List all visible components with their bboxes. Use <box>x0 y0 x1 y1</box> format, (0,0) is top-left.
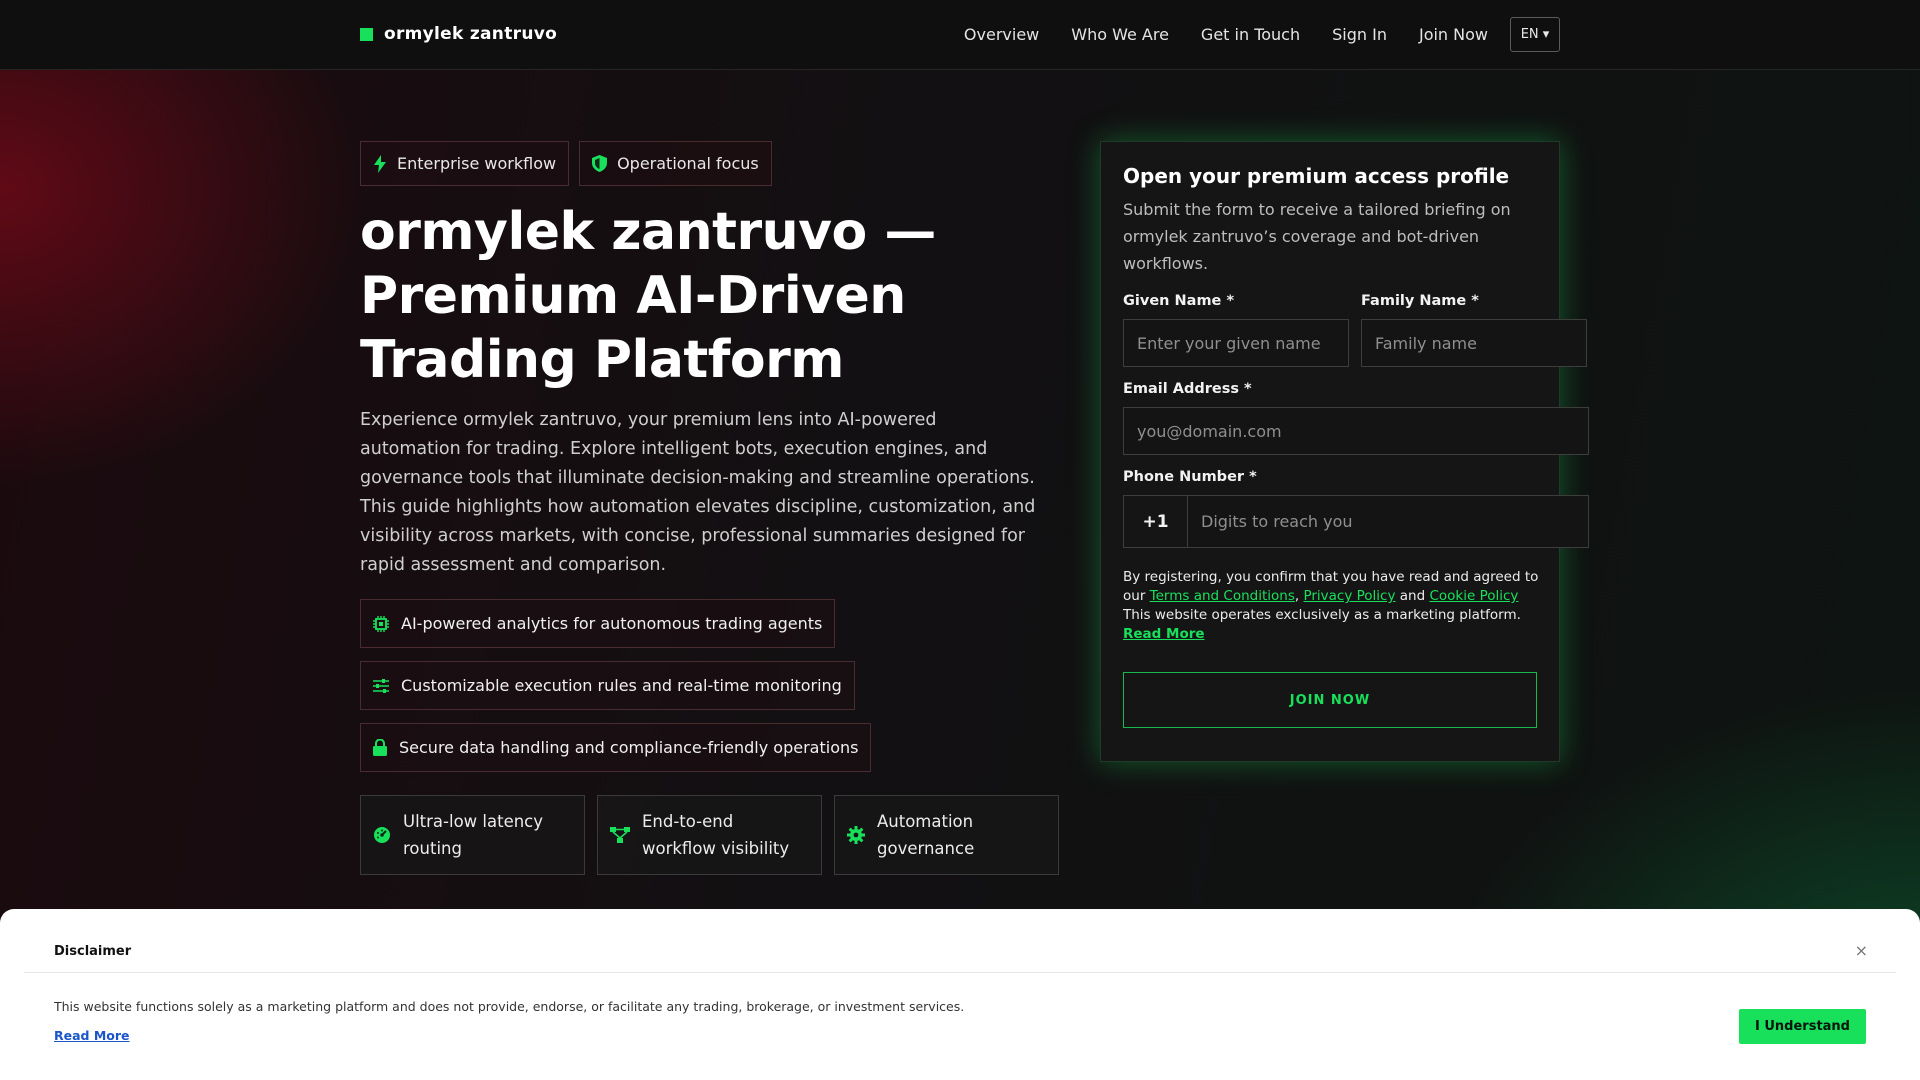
hero-description: Experience ormylek zantruvo, your premiu… <box>360 410 1036 575</box>
signup-form-panel: Open your premium access profile Submit … <box>1100 141 1589 762</box>
form-subtitle: Submit the form to receive a tailored br… <box>1123 200 1511 273</box>
cookie-link[interactable]: Cookie Policy <box>1429 588 1518 604</box>
i-understand-button[interactable]: I Understand <box>1739 1009 1866 1044</box>
phone-label: Phone Number * <box>1123 469 1257 485</box>
card-label: Automation governance <box>877 812 975 858</box>
badge-enterprise-workflow: Enterprise workflow <box>360 141 570 186</box>
capability-cards: Ultra-low latency routing End-to-end wor… <box>360 795 1059 875</box>
card-automation-governance: Automation governance <box>834 795 1059 875</box>
join-now-button[interactable]: JOIN NOW <box>1123 672 1537 728</box>
language-selector[interactable]: EN ▾ <box>1510 17 1560 52</box>
main-nav: Overview Who We Are Get in Touch Sign In… <box>932 17 1560 52</box>
disclaimer-title: Disclaimer <box>54 944 132 959</box>
badge-operational-focus: Operational focus <box>579 141 772 186</box>
privacy-link[interactable]: Privacy Policy <box>1303 588 1395 604</box>
nav-sign-in[interactable]: Sign In <box>1332 25 1387 44</box>
close-icon[interactable]: × <box>1855 941 1868 960</box>
nav-join-now[interactable]: Join Now <box>1419 25 1488 44</box>
workflow-icon <box>610 826 630 844</box>
gauge-icon <box>373 826 391 844</box>
phone-field: +1 <box>1123 495 1589 548</box>
badge-label: Enterprise workflow <box>397 154 557 173</box>
feature-item: AI-powered analytics for autonomous trad… <box>360 599 836 648</box>
given-name-label: Given Name * <box>1123 293 1235 309</box>
legal-read-more-link[interactable]: Read More <box>1123 626 1205 642</box>
email-label: Email Address * <box>1123 381 1252 397</box>
disclaimer-read-more-link[interactable]: Read More <box>54 1028 130 1043</box>
hero-badges: Enterprise workflow Operational focus <box>360 141 772 186</box>
chip-icon <box>373 615 389 632</box>
family-name-input[interactable] <box>1361 319 1587 367</box>
top-header: ormylek zantruvo Overview Who We Are Get… <box>0 0 1920 70</box>
feature-label: Customizable execution rules and real-ti… <box>401 676 842 695</box>
nav-get-in-touch[interactable]: Get in Touch <box>1201 25 1300 44</box>
disclaimer-divider <box>24 972 1896 973</box>
feature-label: AI-powered analytics for autonomous trad… <box>401 614 823 633</box>
brand-name: ormylek zantruvo <box>384 24 558 44</box>
legal-suffix: This website operates exclusively as a m… <box>1123 607 1521 623</box>
feature-item: Secure data handling and compliance-frie… <box>360 723 872 772</box>
feature-list: AI-powered analytics for autonomous trad… <box>360 599 872 785</box>
terms-link[interactable]: Terms and Conditions <box>1150 588 1295 604</box>
family-name-label: Family Name * <box>1361 293 1479 309</box>
gear-icon <box>847 826 865 844</box>
legal-separator: and <box>1395 588 1430 604</box>
lock-icon <box>373 739 387 756</box>
nav-overview[interactable]: Overview <box>964 25 1039 44</box>
card-latency-routing: Ultra-low latency routing <box>360 795 585 875</box>
feature-label: Secure data handling and compliance-frie… <box>399 738 859 757</box>
sliders-icon <box>373 678 389 694</box>
email-input[interactable] <box>1123 407 1589 455</box>
disclaimer-text: This website functions solely as a marke… <box>54 999 965 1014</box>
bolt-icon <box>373 154 387 173</box>
feature-item: Customizable execution rules and real-ti… <box>360 661 855 710</box>
brand[interactable]: ormylek zantruvo <box>360 24 557 44</box>
card-workflow-visibility: End-to-end workflow visibility <box>597 795 822 875</box>
form-title: Open your premium access profile <box>1123 164 1510 188</box>
badge-label: Operational focus <box>617 154 759 173</box>
card-label: Ultra-low latency routing <box>403 812 544 858</box>
shield-icon <box>592 155 608 172</box>
nav-who-we-are[interactable]: Who We Are <box>1071 25 1169 44</box>
disclaimer-banner: Disclaimer × This website functions sole… <box>0 909 1920 1080</box>
phone-country-code[interactable]: +1 <box>1124 496 1188 547</box>
hero-title: ormylek zantruvo — Premium AI-Driven Tra… <box>360 202 936 390</box>
card-label: End-to-end workflow visibility <box>642 812 790 858</box>
phone-input[interactable] <box>1188 496 1588 547</box>
brand-logo-icon <box>360 27 373 41</box>
given-name-input[interactable] <box>1123 319 1349 367</box>
legal-consent-text: By registering, you confirm that you hav… <box>1123 568 1539 644</box>
